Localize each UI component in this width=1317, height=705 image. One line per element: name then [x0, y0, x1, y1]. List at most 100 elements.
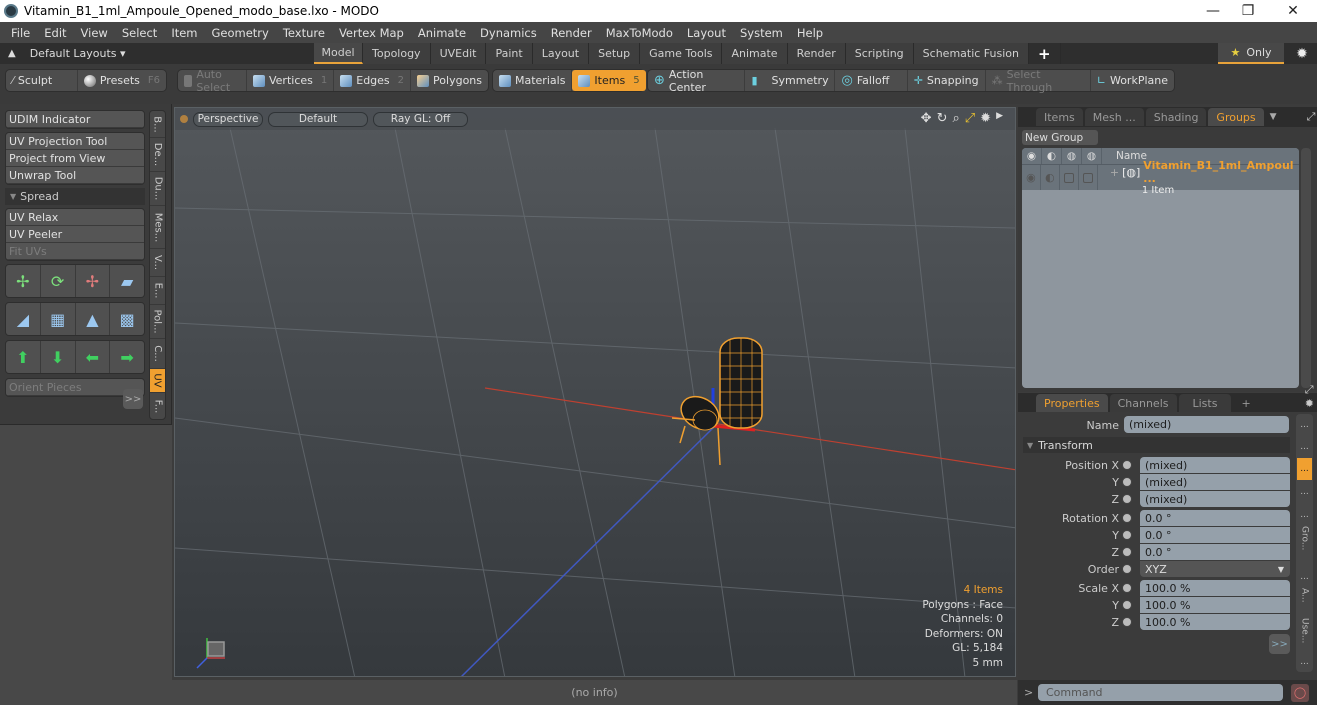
tabs-dropdown-icon[interactable]: ▼ [1270, 112, 1277, 122]
tab-render[interactable]: Render [787, 43, 846, 64]
vtab-v[interactable]: V... [150, 249, 165, 277]
tab-scripting[interactable]: Scripting [845, 43, 914, 64]
name-input[interactable]: (mixed) [1124, 416, 1289, 433]
tab-layout[interactable]: Layout [532, 43, 590, 64]
side-tab-1[interactable]: ... [1300, 414, 1309, 436]
groups-scrollbar[interactable] [1301, 148, 1311, 388]
transform-section[interactable]: ▼ Transform [1023, 437, 1290, 453]
align-left-icon[interactable]: ⬅ [75, 341, 111, 373]
symmetry-button[interactable]: ▮ Symmetry [745, 70, 836, 91]
edges-button[interactable]: Edges 2 [334, 70, 412, 91]
menu-system[interactable]: System [733, 26, 790, 40]
rotation-y-field[interactable]: 0.0 ° [1140, 527, 1290, 543]
rotate-view-icon[interactable]: ↻ [937, 111, 948, 126]
presets-button[interactable]: Presets F6 [78, 70, 166, 91]
position-x-field[interactable]: (mixed) [1140, 457, 1290, 473]
scale-x-anim-dot[interactable] [1122, 583, 1132, 593]
tab-setup[interactable]: Setup [589, 43, 641, 64]
tab-game-tools[interactable]: Game Tools [640, 43, 723, 64]
materials-button[interactable]: Materials [493, 70, 573, 91]
unwrap-tool-button[interactable]: Unwrap Tool [6, 167, 144, 184]
uv-unwrap-shape-icon[interactable]: ◢ [6, 303, 41, 335]
expand-plus-icon[interactable]: + [1110, 166, 1119, 179]
menu-texture[interactable]: Texture [276, 26, 332, 40]
side-tab-a[interactable]: A... [1300, 588, 1310, 618]
visibility-col-icon[interactable]: ◉ [1022, 148, 1042, 164]
render-col-icon[interactable]: ◐ [1042, 148, 1062, 164]
more-props-button[interactable]: >> [1269, 634, 1290, 654]
row-select-checkbox[interactable] [1079, 165, 1098, 190]
tab-shading[interactable]: Shading [1145, 108, 1207, 126]
tab-schematic-fusion[interactable]: Schematic Fusion [913, 43, 1029, 64]
side-tab-7[interactable]: ... [1300, 566, 1309, 588]
auto-select-button[interactable]: Auto Select [178, 68, 247, 94]
vtab-c[interactable]: C... [150, 339, 165, 369]
restore-button[interactable]: ❐ [1225, 0, 1271, 22]
action-center-button[interactable]: ⊕ Action Center [648, 68, 746, 94]
uv-peeler-button[interactable]: UV Peeler [6, 226, 144, 243]
menu-dynamics[interactable]: Dynamics [473, 26, 544, 40]
menu-render[interactable]: Render [544, 26, 599, 40]
shading-dropdown[interactable]: Default [268, 111, 368, 127]
view-type-dropdown[interactable]: Perspective [193, 111, 263, 127]
items-button[interactable]: Items 5 [572, 70, 646, 91]
polygons-button[interactable]: Polygons [411, 70, 488, 91]
uv-relax-button[interactable]: UV Relax [6, 209, 144, 226]
gear-icon[interactable]: ✹ [1292, 43, 1312, 64]
side-tab-active[interactable]: ... [1297, 458, 1312, 480]
vertices-button[interactable]: Vertices 1 [247, 70, 335, 91]
vtab-b[interactable]: B... [150, 111, 165, 138]
pan-icon[interactable]: ✥ [921, 111, 932, 126]
menu-edit[interactable]: Edit [37, 26, 73, 40]
command-input[interactable]: Command [1038, 684, 1283, 701]
align-top-icon[interactable]: ⬆ [6, 341, 41, 373]
side-tab-4[interactable]: ... [1300, 480, 1309, 504]
order-dropdown[interactable]: XYZ ▼ [1140, 561, 1290, 577]
side-tab-gro[interactable]: Gro... [1300, 526, 1310, 566]
tab-paint[interactable]: Paint [486, 43, 533, 64]
udim-indicator-button[interactable]: UDIM Indicator [6, 111, 144, 128]
select-through-button[interactable]: ⁂ Select Through [986, 68, 1091, 94]
rotation-y-anim-dot[interactable] [1122, 530, 1132, 540]
menu-geometry[interactable]: Geometry [205, 26, 276, 40]
menu-layout[interactable]: Layout [680, 26, 733, 40]
align-right-icon[interactable]: ➡ [110, 341, 144, 373]
viewport-arrow-icon[interactable]: ▶ [996, 111, 1003, 126]
only-button[interactable]: ★ Only [1218, 43, 1284, 64]
viewport-settings-icon[interactable]: ✹ [980, 111, 991, 126]
row-lock-checkbox[interactable] [1060, 165, 1079, 190]
group-row[interactable]: ◉ ◐ + [◍] Vitamin_B1_1ml_Ampoul ... 1 It… [1022, 159, 1299, 196]
tab-items[interactable]: Items [1036, 108, 1083, 126]
default-layouts-dropdown[interactable]: ▲ Default Layouts ▾ [0, 47, 126, 60]
vtab-e[interactable]: E... [150, 277, 165, 305]
sculpt-button[interactable]: ⁄ Sculpt [6, 70, 78, 91]
position-z-field[interactable]: (mixed) [1140, 491, 1290, 507]
menu-item[interactable]: Item [164, 26, 204, 40]
scale-x-field[interactable]: 100.0 % [1140, 580, 1290, 596]
position-y-anim-dot[interactable] [1122, 477, 1132, 487]
row-visibility-icon[interactable]: ◉ [1022, 165, 1041, 190]
vtab-pol[interactable]: Pol... [150, 305, 165, 339]
vtab-mes[interactable]: Mes... [150, 206, 165, 249]
menu-maxtomodo[interactable]: MaxToModo [599, 26, 680, 40]
tab-channels[interactable]: Channels [1109, 394, 1177, 412]
tab-properties[interactable]: Properties [1036, 394, 1108, 412]
menu-animate[interactable]: Animate [411, 26, 473, 40]
select-col-icon[interactable]: ◍ [1082, 148, 1102, 164]
order-anim-dot[interactable] [1122, 564, 1132, 574]
new-group-button[interactable]: New Group [1022, 130, 1098, 145]
rotation-z-anim-dot[interactable] [1122, 547, 1132, 557]
expand-panel-icon[interactable]: ⤢ [1307, 110, 1316, 124]
uv-move-box-icon[interactable]: ▰ [110, 265, 144, 297]
menu-view[interactable]: View [74, 26, 115, 40]
tab-model[interactable]: Model [314, 43, 363, 64]
vtab-du[interactable]: Du... [150, 172, 165, 206]
menu-select[interactable]: Select [115, 26, 164, 40]
project-from-view-button[interactable]: Project from View [6, 150, 144, 167]
workplane-button[interactable]: ∟ WorkPlane [1091, 70, 1174, 91]
raygl-toggle[interactable]: Ray GL: Off [373, 111, 468, 127]
menu-vertex-map[interactable]: Vertex Map [332, 26, 411, 40]
uv-grid-trapezoid-icon[interactable]: ▲ [75, 303, 111, 335]
position-z-anim-dot[interactable] [1122, 494, 1132, 504]
lock-col-icon[interactable]: ◍ [1062, 148, 1082, 164]
